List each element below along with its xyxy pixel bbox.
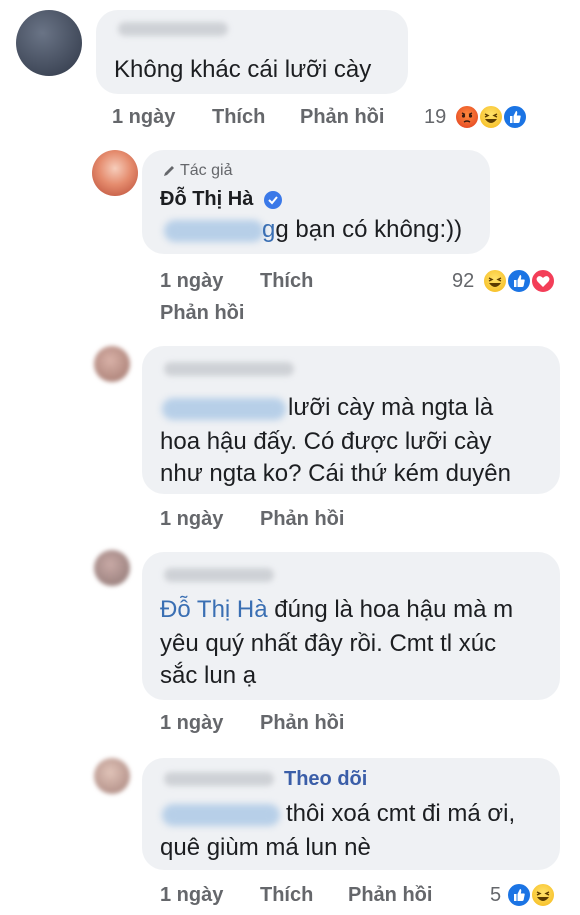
comment-time[interactable]: 1 ngày	[160, 270, 223, 293]
reply-button[interactable]: Phản hồi	[260, 712, 344, 735]
comment-text: gg bạn có không:))	[262, 212, 462, 248]
comment-time[interactable]: 1 ngày	[160, 712, 223, 735]
like-button[interactable]: Thích	[212, 106, 265, 129]
comment-bubble: Theo dõi thôi xoá cmt đi má ơi, quê giùm…	[142, 758, 560, 870]
verified-badge-icon	[264, 191, 282, 209]
avatar[interactable]	[94, 346, 130, 382]
comment-bubble: Không khác cái lưỡi cày	[96, 10, 408, 94]
mention-blurred[interactable]	[162, 398, 286, 420]
commenter-name-blurred[interactable]	[164, 772, 274, 786]
reaction-count[interactable]: 19	[424, 106, 446, 129]
comment-text-line-1: thôi xoá cmt đi má ơi,	[286, 800, 516, 827]
angry-icon[interactable]	[454, 104, 480, 130]
mention-blurred[interactable]	[162, 804, 280, 826]
commenter-name-blurred[interactable]	[164, 362, 294, 376]
mention-link[interactable]: Đỗ Thị Hà	[160, 596, 268, 623]
comment-text-line-2: hoa hậu đấy. Có được lưỡi cày	[160, 428, 492, 455]
like-button[interactable]: Thích	[260, 270, 313, 293]
like-button[interactable]: Thích	[260, 884, 313, 907]
haha-icon[interactable]	[478, 104, 504, 130]
love-icon[interactable]	[530, 268, 556, 294]
pencil-icon	[162, 164, 176, 183]
mention-blurred[interactable]	[164, 220, 264, 242]
comment-time[interactable]: 1 ngày	[112, 106, 175, 129]
haha-icon[interactable]	[530, 882, 556, 908]
reply-button[interactable]: Phản hồi	[300, 106, 384, 129]
follow-button[interactable]: Theo dõi	[284, 768, 367, 791]
mention-tail[interactable]: g	[262, 216, 275, 243]
reply-button[interactable]: Phản hồi	[160, 302, 244, 325]
comment-bubble: Tác giả Đỗ Thị Hà gg bạn có không:))	[142, 150, 490, 254]
comment-bubble: Đỗ Thị Hà đúng là hoa hậu mà m yêu quý n…	[142, 552, 560, 700]
comment-text-line-1: Đỗ Thị Hà đúng là hoa hậu mà m	[160, 592, 513, 628]
author-label: Tác giả	[180, 162, 233, 179]
comment-text-line-2: quê giùm má lun nè	[160, 834, 371, 861]
like-icon[interactable]	[506, 882, 532, 908]
reaction-count[interactable]: 5	[490, 884, 501, 907]
comment-text-rest: g bạn có không:))	[275, 216, 463, 243]
like-icon[interactable]	[502, 104, 528, 130]
avatar[interactable]	[94, 550, 130, 586]
author-name[interactable]: Đỗ Thị Hà	[160, 188, 253, 211]
reply-button[interactable]: Phản hồi	[348, 884, 432, 907]
like-icon[interactable]	[506, 268, 532, 294]
reply-button[interactable]: Phản hồi	[260, 508, 344, 531]
comment-bubble: lưỡi cày mà ngta là hoa hậu đấy. Có được…	[142, 346, 560, 494]
avatar[interactable]	[16, 10, 82, 76]
comment-text-line-2: yêu quý nhất đây rồi. Cmt tl xúc	[160, 630, 497, 657]
comment-time[interactable]: 1 ngày	[160, 884, 223, 907]
commenter-name-blurred[interactable]	[118, 22, 228, 36]
comment-text: Không khác cái lưỡi cày	[114, 56, 372, 83]
comment-text-rest: đúng là hoa hậu mà m	[267, 596, 514, 623]
avatar[interactable]	[94, 758, 130, 794]
comment-text-line-3: như ngta ko? Cái thứ kém duyên	[160, 460, 511, 487]
author-avatar[interactable]	[92, 150, 138, 196]
comment-time[interactable]: 1 ngày	[160, 508, 223, 531]
reaction-count[interactable]: 92	[452, 270, 474, 293]
comment-text-line-3: sắc lun ạ	[160, 662, 257, 689]
haha-icon[interactable]	[482, 268, 508, 294]
comment-text-line-1: lưỡi cày mà ngta là	[288, 394, 494, 421]
commenter-name-blurred[interactable]	[164, 568, 274, 582]
